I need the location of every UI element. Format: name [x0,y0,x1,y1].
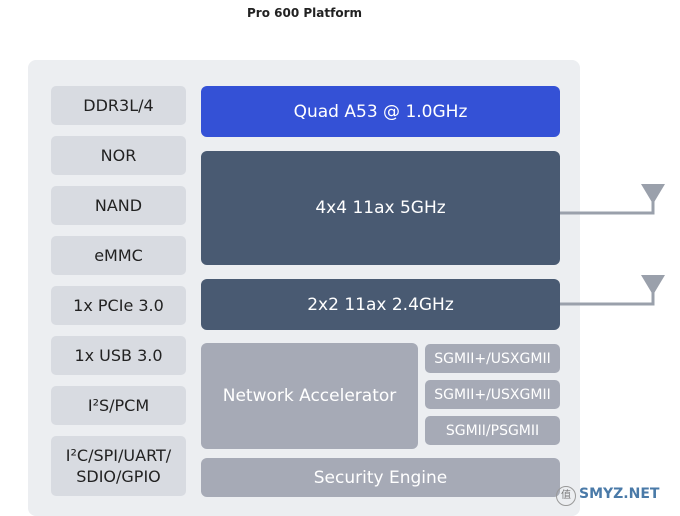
watermark-logo-icon: 值 [556,486,576,506]
interface-ddr: DDR3L/4 [51,86,186,125]
wifi-24ghz-block: 2x2 11ax 2.4GHz [201,279,560,330]
watermark-text: SMYZ.NET [579,486,660,502]
interface-pcie: 1x PCIe 3.0 [51,286,186,325]
interface-i2c: I²C/SPI/UART/ SDIO/GPIO [51,436,186,496]
security-engine-block: Security Engine [201,458,560,497]
interface-i2c-line2: SDIO/GPIO [76,467,161,486]
antenna-icon-24ghz [560,275,665,306]
cpu-block: Quad A53 @ 1.0GHz [201,86,560,137]
interface-usb: 1x USB 3.0 [51,336,186,375]
wifi-5ghz-block: 4x4 11ax 5GHz [201,151,560,265]
interface-i2s: I²S/PCM [51,386,186,425]
port-sgmii-usxgmii-1: SGMII+/USXGMII [425,344,560,373]
port-sgmii-psgmii: SGMII/PSGMII [425,416,560,445]
interface-emmc: eMMC [51,236,186,275]
watermark: 值 SMYZ.NET [556,486,659,506]
antenna-icon-5ghz [560,184,665,215]
interface-nor: NOR [51,136,186,175]
port-sgmii-usxgmii-2: SGMII+/USXGMII [425,380,560,409]
interface-nand: NAND [51,186,186,225]
network-accelerator-block: Network Accelerator [201,343,418,449]
interface-i2c-line1: I²C/SPI/UART/ [65,446,172,465]
diagram-title: Pro 600 Platform [247,6,362,20]
antenna-lines [560,184,665,306]
